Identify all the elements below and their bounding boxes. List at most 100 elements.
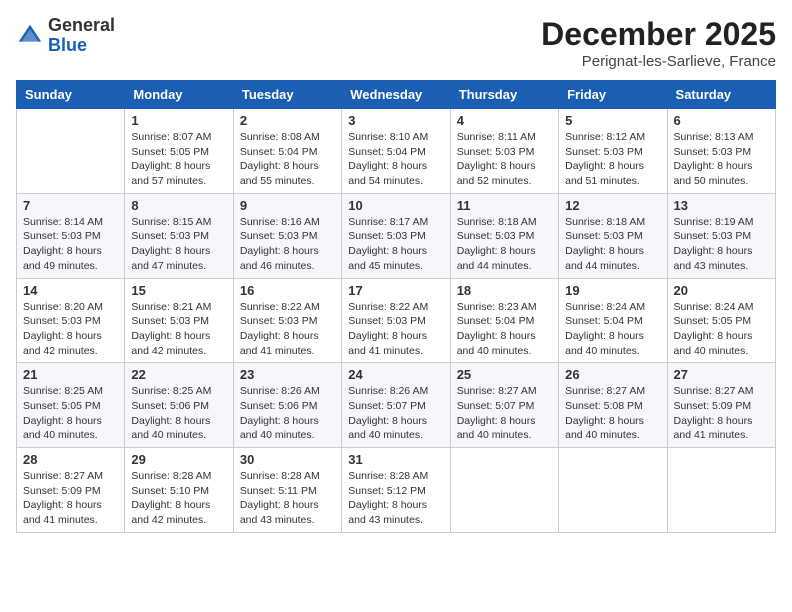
logo-blue-text: Blue xyxy=(48,35,87,55)
day-number: 23 xyxy=(240,367,335,382)
day-info: Sunrise: 8:27 AM Sunset: 5:09 PM Dayligh… xyxy=(674,384,769,443)
calendar-day-cell: 8Sunrise: 8:15 AM Sunset: 5:03 PM Daylig… xyxy=(125,193,233,278)
location-label: Perignat-les-Sarlieve, France xyxy=(541,53,776,70)
day-info: Sunrise: 8:07 AM Sunset: 5:05 PM Dayligh… xyxy=(131,130,226,189)
day-number: 16 xyxy=(240,283,335,298)
day-info: Sunrise: 8:24 AM Sunset: 5:05 PM Dayligh… xyxy=(674,300,769,359)
calendar-day-cell: 10 Sunrise: 8:17 AM Sunset: 5:03 PM Dayli… xyxy=(342,193,450,278)
calendar-day-cell xyxy=(667,448,775,533)
day-number: 11 xyxy=(457,198,552,213)
calendar-day-cell: 7 Sunrise: 8:14 AM Sunset: 5:03 PM Daylig… xyxy=(17,193,125,278)
day-number: 26 xyxy=(565,367,660,382)
day-info: Sunrise: 8:26 AM Sunset: 5:07 PM Dayligh… xyxy=(348,384,443,443)
day-number: 31 xyxy=(348,452,443,467)
day-of-week-header: Saturday xyxy=(667,81,775,109)
calendar-day-cell: 25 Sunrise: 8:27 AM Sunset: 5:07 PM Dayli… xyxy=(450,363,558,448)
calendar-day-cell: 15 Sunrise: 8:21 AM Sunset: 5:03 PM Dayli… xyxy=(125,278,233,363)
calendar-day-cell: 4 Sunrise: 8:11 AM Sunset: 5:03 PM Daylig… xyxy=(450,109,558,194)
day-number: 21 xyxy=(23,367,118,382)
day-info: Sunrise: 8:20 AM Sunset: 5:03 PM Dayligh… xyxy=(23,300,118,359)
day-number: 12 xyxy=(565,198,660,213)
logo: General Blue xyxy=(16,16,115,56)
day-of-week-header: Wednesday xyxy=(342,81,450,109)
day-number: 19 xyxy=(565,283,660,298)
day-info: Sunrise: 8:28 AM Sunset: 5:10 PM Dayligh… xyxy=(131,469,226,528)
day-number: 10 xyxy=(348,198,443,213)
calendar-week-row: 28Sunrise: 8:27 AM Sunset: 5:09 PM Dayli… xyxy=(17,448,776,533)
title-block: December 2025 Perignat-les-Sarlieve, Fra… xyxy=(541,16,776,70)
day-info: Sunrise: 8:22 AM Sunset: 5:03 PM Dayligh… xyxy=(348,300,443,359)
calendar-day-cell: 12 Sunrise: 8:18 AM Sunset: 5:03 PM Dayli… xyxy=(559,193,667,278)
day-number: 17 xyxy=(348,283,443,298)
calendar-day-cell: 18 Sunrise: 8:23 AM Sunset: 5:04 PM Dayli… xyxy=(450,278,558,363)
calendar-day-cell: 19Sunrise: 8:24 AM Sunset: 5:04 PM Dayli… xyxy=(559,278,667,363)
calendar-day-cell: 13 Sunrise: 8:19 AM Sunset: 5:03 PM Dayli… xyxy=(667,193,775,278)
day-number: 6 xyxy=(674,113,769,128)
calendar-day-cell: 11 Sunrise: 8:18 AM Sunset: 5:03 PM Dayli… xyxy=(450,193,558,278)
calendar-day-cell xyxy=(559,448,667,533)
calendar-day-cell: 2 Sunrise: 8:08 AM Sunset: 5:04 PM Daylig… xyxy=(233,109,341,194)
day-number: 15 xyxy=(131,283,226,298)
day-number: 18 xyxy=(457,283,552,298)
day-number: 20 xyxy=(674,283,769,298)
day-of-week-header: Tuesday xyxy=(233,81,341,109)
day-info: Sunrise: 8:18 AM Sunset: 5:03 PM Dayligh… xyxy=(457,215,552,274)
calendar-week-row: 7 Sunrise: 8:14 AM Sunset: 5:03 PM Daylig… xyxy=(17,193,776,278)
calendar-week-row: 21Sunrise: 8:25 AM Sunset: 5:05 PM Dayli… xyxy=(17,363,776,448)
day-info: Sunrise: 8:17 AM Sunset: 5:03 PM Dayligh… xyxy=(348,215,443,274)
calendar-day-cell: 22 Sunrise: 8:25 AM Sunset: 5:06 PM Dayli… xyxy=(125,363,233,448)
calendar-day-cell: 20 Sunrise: 8:24 AM Sunset: 5:05 PM Dayli… xyxy=(667,278,775,363)
day-info: Sunrise: 8:26 AM Sunset: 5:06 PM Dayligh… xyxy=(240,384,335,443)
calendar-day-cell: 27Sunrise: 8:27 AM Sunset: 5:09 PM Dayli… xyxy=(667,363,775,448)
day-info: Sunrise: 8:19 AM Sunset: 5:03 PM Dayligh… xyxy=(674,215,769,274)
calendar-day-cell: 9Sunrise: 8:16 AM Sunset: 5:03 PM Daylig… xyxy=(233,193,341,278)
day-info: Sunrise: 8:22 AM Sunset: 5:03 PM Dayligh… xyxy=(240,300,335,359)
page-header: General Blue December 2025 Perignat-les-… xyxy=(16,16,776,70)
day-info: Sunrise: 8:16 AM Sunset: 5:03 PM Dayligh… xyxy=(240,215,335,274)
calendar-day-cell: 29 Sunrise: 8:28 AM Sunset: 5:10 PM Dayli… xyxy=(125,448,233,533)
day-number: 29 xyxy=(131,452,226,467)
logo-general-text: General xyxy=(48,15,115,35)
calendar-day-cell: 16 Sunrise: 8:22 AM Sunset: 5:03 PM Dayli… xyxy=(233,278,341,363)
calendar-header-row: SundayMondayTuesdayWednesdayThursdayFrid… xyxy=(17,81,776,109)
day-number: 2 xyxy=(240,113,335,128)
day-info: Sunrise: 8:23 AM Sunset: 5:04 PM Dayligh… xyxy=(457,300,552,359)
day-number: 13 xyxy=(674,198,769,213)
calendar-day-cell: 3Sunrise: 8:10 AM Sunset: 5:04 PM Daylig… xyxy=(342,109,450,194)
logo-icon xyxy=(16,22,44,50)
day-number: 22 xyxy=(131,367,226,382)
calendar-day-cell: 24 Sunrise: 8:26 AM Sunset: 5:07 PM Dayli… xyxy=(342,363,450,448)
day-info: Sunrise: 8:15 AM Sunset: 5:03 PM Dayligh… xyxy=(131,215,226,274)
calendar-table: SundayMondayTuesdayWednesdayThursdayFrid… xyxy=(16,80,776,533)
day-number: 7 xyxy=(23,198,118,213)
day-number: 28 xyxy=(23,452,118,467)
day-info: Sunrise: 8:08 AM Sunset: 5:04 PM Dayligh… xyxy=(240,130,335,189)
calendar-day-cell xyxy=(17,109,125,194)
day-info: Sunrise: 8:11 AM Sunset: 5:03 PM Dayligh… xyxy=(457,130,552,189)
calendar-day-cell: 28Sunrise: 8:27 AM Sunset: 5:09 PM Dayli… xyxy=(17,448,125,533)
day-of-week-header: Sunday xyxy=(17,81,125,109)
day-info: Sunrise: 8:25 AM Sunset: 5:06 PM Dayligh… xyxy=(131,384,226,443)
day-number: 24 xyxy=(348,367,443,382)
month-year-title: December 2025 xyxy=(541,16,776,53)
day-number: 4 xyxy=(457,113,552,128)
day-info: Sunrise: 8:14 AM Sunset: 5:03 PM Dayligh… xyxy=(23,215,118,274)
calendar-day-cell: 23 Sunrise: 8:26 AM Sunset: 5:06 PM Dayli… xyxy=(233,363,341,448)
day-info: Sunrise: 8:27 AM Sunset: 5:08 PM Dayligh… xyxy=(565,384,660,443)
day-of-week-header: Thursday xyxy=(450,81,558,109)
day-info: Sunrise: 8:21 AM Sunset: 5:03 PM Dayligh… xyxy=(131,300,226,359)
calendar-day-cell: 17 Sunrise: 8:22 AM Sunset: 5:03 PM Dayli… xyxy=(342,278,450,363)
calendar-day-cell: 21Sunrise: 8:25 AM Sunset: 5:05 PM Dayli… xyxy=(17,363,125,448)
day-info: Sunrise: 8:12 AM Sunset: 5:03 PM Dayligh… xyxy=(565,130,660,189)
day-of-week-header: Friday xyxy=(559,81,667,109)
calendar-day-cell: 30Sunrise: 8:28 AM Sunset: 5:11 PM Dayli… xyxy=(233,448,341,533)
day-number: 25 xyxy=(457,367,552,382)
day-info: Sunrise: 8:28 AM Sunset: 5:11 PM Dayligh… xyxy=(240,469,335,528)
calendar-day-cell: 5Sunrise: 8:12 AM Sunset: 5:03 PM Daylig… xyxy=(559,109,667,194)
day-info: Sunrise: 8:27 AM Sunset: 5:07 PM Dayligh… xyxy=(457,384,552,443)
calendar-day-cell: 1 Sunrise: 8:07 AM Sunset: 5:05 PM Daylig… xyxy=(125,109,233,194)
day-number: 1 xyxy=(131,113,226,128)
day-info: Sunrise: 8:18 AM Sunset: 5:03 PM Dayligh… xyxy=(565,215,660,274)
day-info: Sunrise: 8:13 AM Sunset: 5:03 PM Dayligh… xyxy=(674,130,769,189)
day-number: 14 xyxy=(23,283,118,298)
